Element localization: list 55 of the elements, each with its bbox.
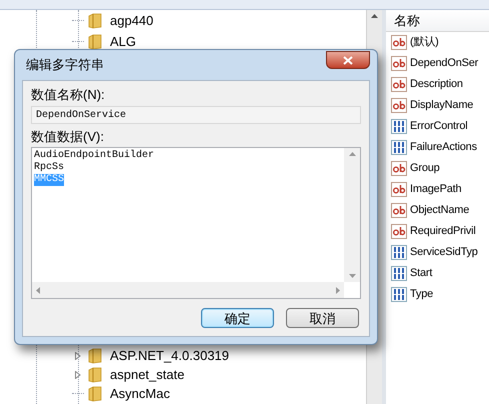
value-name[interactable]: Group bbox=[410, 160, 440, 177]
folder-icon bbox=[88, 12, 102, 28]
scroll-up-icon[interactable] bbox=[371, 14, 378, 18]
string-value-icon bbox=[391, 98, 407, 113]
dialog-title: 编辑多字符串 bbox=[25, 56, 104, 74]
value-name[interactable]: ErrorControl bbox=[410, 118, 468, 135]
string-value-icon bbox=[391, 56, 407, 71]
expand-arrow-icon[interactable] bbox=[75, 370, 81, 378]
value-data-label: 数值数据(V): bbox=[31, 128, 105, 146]
value-name-field[interactable]: DependOnService bbox=[31, 106, 361, 124]
scroll-left-icon[interactable] bbox=[36, 286, 40, 294]
tree-item[interactable]: ALG bbox=[110, 32, 136, 52]
value-data-field[interactable]: AudioEndpointBuilder RpcSs MMCSS bbox=[31, 147, 361, 299]
value-name[interactable]: ImagePath bbox=[410, 181, 462, 198]
value-name[interactable]: Description bbox=[410, 76, 463, 93]
cancel-button[interactable]: 取消 bbox=[286, 308, 359, 328]
binary-value-icon bbox=[391, 245, 407, 260]
value-name[interactable]: DisplayName bbox=[410, 97, 474, 114]
folder-icon bbox=[88, 386, 102, 402]
tree-item[interactable]: ASP.NET_4.0.30319 bbox=[110, 346, 230, 366]
binary-value-icon bbox=[391, 119, 407, 134]
folder-icon bbox=[88, 34, 102, 50]
string-value-icon bbox=[391, 203, 407, 218]
horizontal-scrollbar[interactable] bbox=[32, 282, 344, 298]
value-name[interactable]: (默认) bbox=[410, 34, 439, 51]
scroll-right-icon[interactable] bbox=[336, 286, 340, 294]
binary-value-icon bbox=[391, 287, 407, 302]
value-name[interactable]: Type bbox=[410, 286, 434, 303]
folder-icon bbox=[88, 366, 102, 382]
string-value-icon bbox=[391, 161, 407, 176]
folder-icon bbox=[88, 348, 102, 364]
string-value-icon bbox=[391, 35, 407, 50]
expand-arrow-icon[interactable] bbox=[75, 352, 81, 360]
string-value-icon bbox=[391, 77, 407, 92]
tree-item[interactable]: aspnet_state bbox=[110, 364, 184, 384]
vertical-scrollbar[interactable] bbox=[344, 148, 360, 282]
close-button[interactable] bbox=[326, 51, 370, 69]
tree-item[interactable]: agp440 bbox=[110, 10, 154, 30]
binary-value-icon bbox=[391, 266, 407, 281]
data-line: RpcSs bbox=[34, 162, 64, 174]
data-line: AudioEndpointBuilder bbox=[34, 150, 154, 162]
value-name[interactable]: ServiceSidTyp bbox=[410, 244, 478, 261]
string-value-icon bbox=[391, 182, 407, 197]
binary-value-icon bbox=[391, 140, 407, 155]
value-name[interactable]: DependOnSer bbox=[410, 55, 478, 72]
string-value-icon bbox=[391, 224, 407, 239]
scroll-down-icon[interactable] bbox=[348, 274, 356, 278]
value-name[interactable]: ObjectName bbox=[410, 202, 470, 219]
close-icon bbox=[343, 56, 353, 64]
value-name[interactable]: RequiredPrivil bbox=[410, 223, 476, 240]
ok-button[interactable]: 确定 bbox=[201, 308, 274, 328]
tree-item[interactable]: AsyncMac bbox=[110, 384, 170, 404]
value-name[interactable]: FailureActions bbox=[410, 139, 477, 156]
value-name[interactable]: Start bbox=[410, 265, 432, 282]
value-name-label: 数值名称(N): bbox=[31, 86, 106, 104]
